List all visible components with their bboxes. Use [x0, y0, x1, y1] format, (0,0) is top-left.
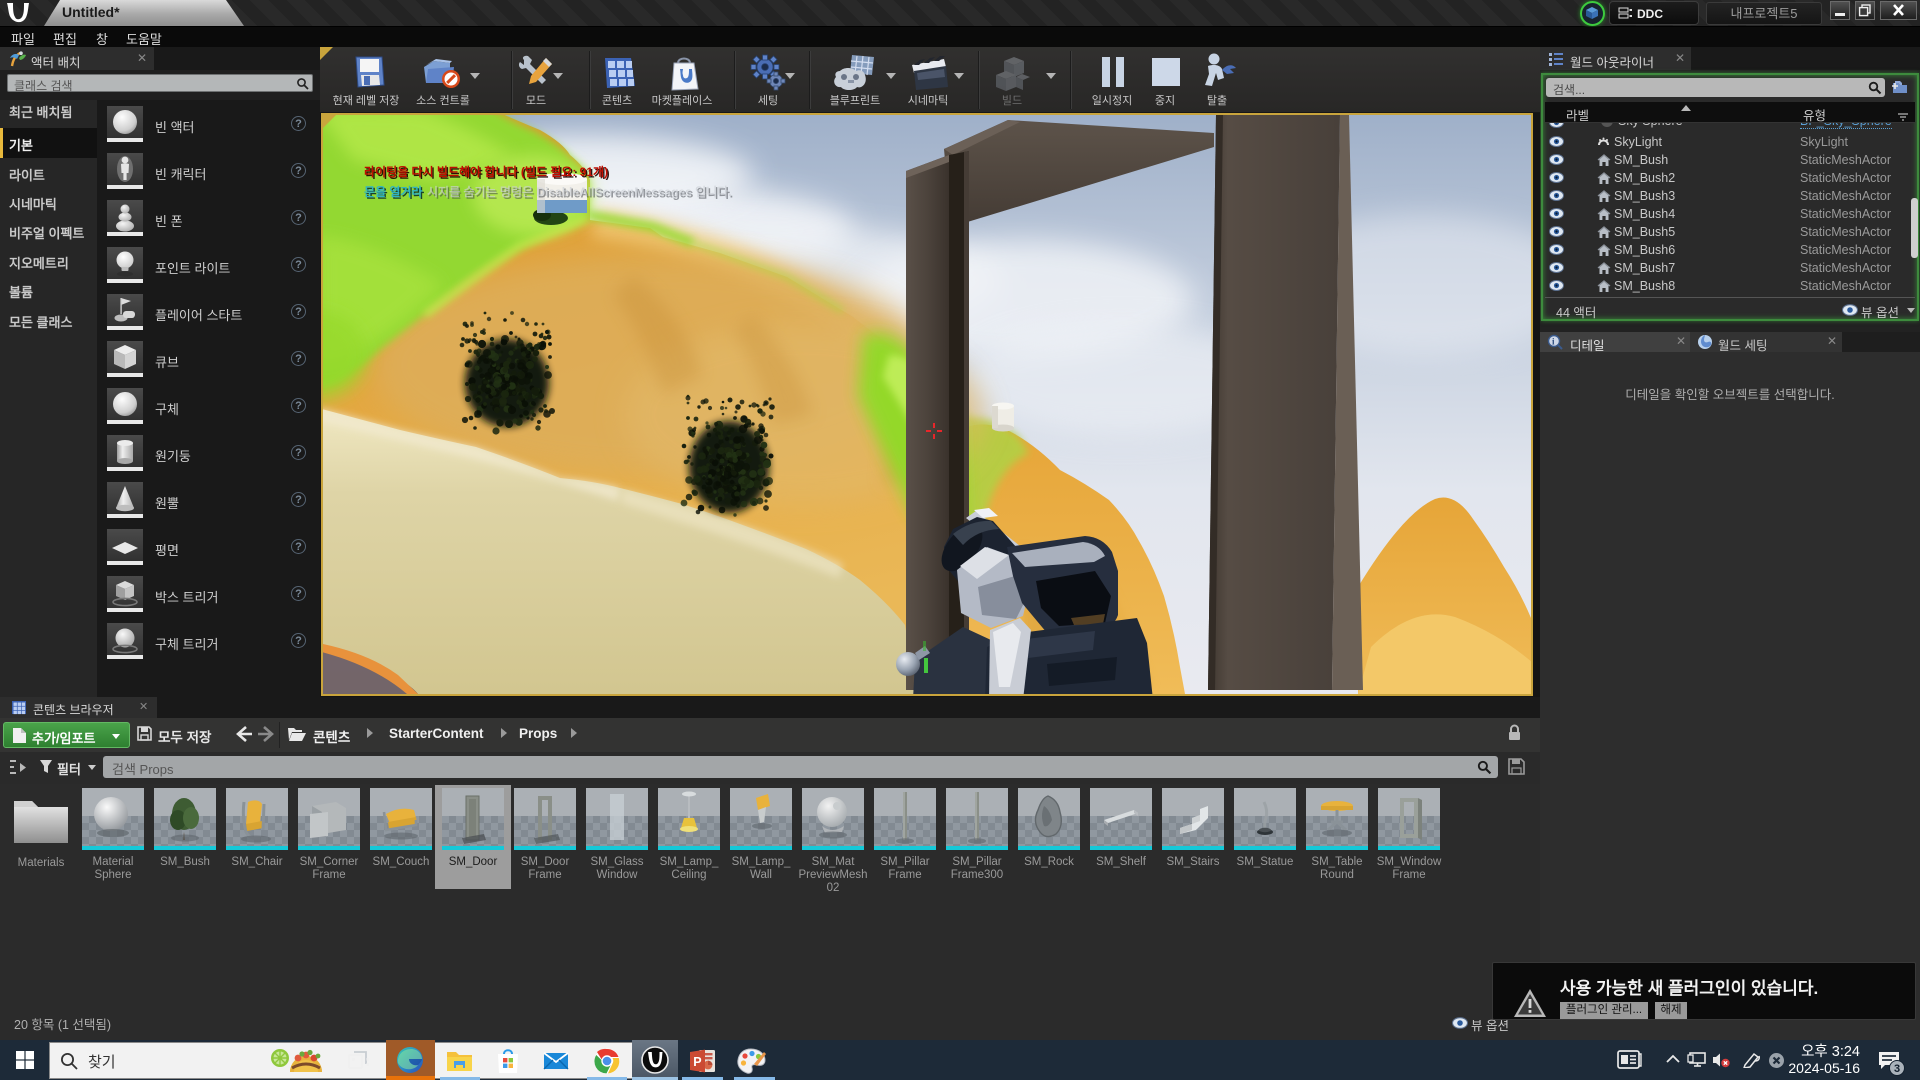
svg-text:시지를 숨기는 명령은 DisableAllScreenMe: 시지를 숨기는 명령은 DisableAllScreenMessages 입니다… — [427, 184, 732, 199]
svg-text:문을 열거라: 문을 열거라 — [364, 184, 423, 199]
svg-text:P: P — [693, 1055, 701, 1069]
svg-text:라이팅을 다시 빌드해야 합니다 (빌드 필요: 91개): 라이팅을 다시 빌드해야 합니다 (빌드 필요: 91개) — [364, 164, 608, 179]
